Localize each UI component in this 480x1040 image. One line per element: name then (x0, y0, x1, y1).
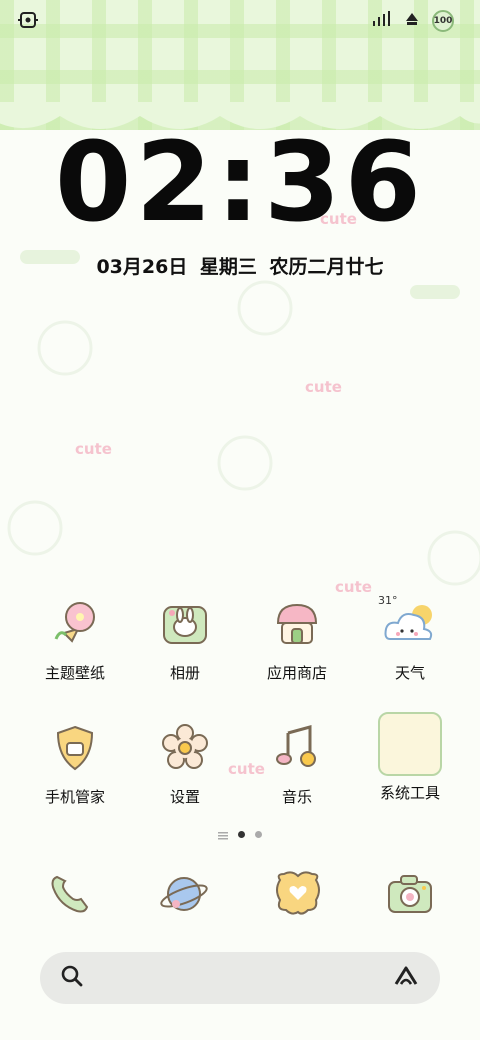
battery-icon: 100 (432, 10, 454, 32)
app-gallery[interactable]: 相册 (125, 594, 245, 683)
folder-icon (378, 712, 442, 776)
shield-icon (45, 718, 105, 778)
flower-icon (45, 594, 105, 654)
cute-text-decoration: cute (320, 210, 357, 228)
page-dot (255, 831, 262, 838)
app-label: 音乐 (281, 788, 312, 806)
dock-browser[interactable] (124, 864, 244, 924)
page-dot-active (238, 831, 245, 838)
app-settings[interactable]: 设置 (125, 718, 245, 807)
app-label: 相册 (169, 664, 200, 682)
bunny-photo-icon (155, 594, 215, 654)
pill-decoration (410, 285, 460, 309)
app-label: 天气 (394, 664, 425, 682)
cute-text-decoration: cute (75, 440, 112, 458)
signal-icon (372, 11, 392, 31)
app-label: 系统工具 (379, 784, 440, 802)
app-label: 手机管家 (44, 788, 105, 806)
app-store[interactable]: 应用商店 (237, 594, 357, 683)
app-weather[interactable]: 31° 天气 (350, 594, 470, 683)
gear-flower-icon (155, 718, 215, 778)
phone-icon (40, 864, 100, 924)
assistant-icon[interactable] (392, 964, 420, 992)
cat-decoration (30, 310, 100, 384)
menu-lines-icon (218, 825, 228, 844)
cat-decoration (230, 270, 300, 344)
music-note-icon (267, 718, 327, 778)
cat-decoration (0, 490, 70, 564)
heart-bubble-icon (268, 864, 328, 924)
cloud-sun-icon: 31° (378, 594, 440, 654)
status-bar: 100 (0, 10, 480, 34)
mushroom-house-icon (267, 594, 327, 654)
search-bar[interactable] (40, 952, 440, 1004)
app-phone-manager[interactable]: 手机管家 (15, 718, 135, 807)
cute-text-decoration: cute (305, 378, 342, 396)
app-label: 主题壁纸 (44, 664, 105, 682)
weather-temp: 31° (378, 594, 398, 607)
app-label: 设置 (169, 788, 200, 806)
dock-camera[interactable] (350, 864, 470, 924)
cat-decoration (210, 425, 280, 499)
search-icon[interactable] (60, 964, 84, 992)
dock-phone[interactable] (10, 864, 130, 924)
app-theme-wallpaper[interactable]: 主题壁纸 (15, 594, 135, 683)
planet-icon (154, 864, 214, 924)
clock-time: 02:36 (54, 118, 426, 246)
folder-system-tools[interactable]: 系统工具 (350, 712, 470, 803)
page-indicator[interactable] (0, 825, 480, 844)
dock-messages[interactable] (238, 864, 358, 924)
cat-decoration (420, 520, 480, 594)
pill-decoration (20, 250, 80, 274)
app-label: 应用商店 (266, 664, 327, 682)
app-music[interactable]: 音乐 (237, 718, 357, 807)
wifi-icon (402, 11, 422, 31)
camera-icon (380, 864, 440, 924)
app-notification-icon (18, 10, 38, 34)
